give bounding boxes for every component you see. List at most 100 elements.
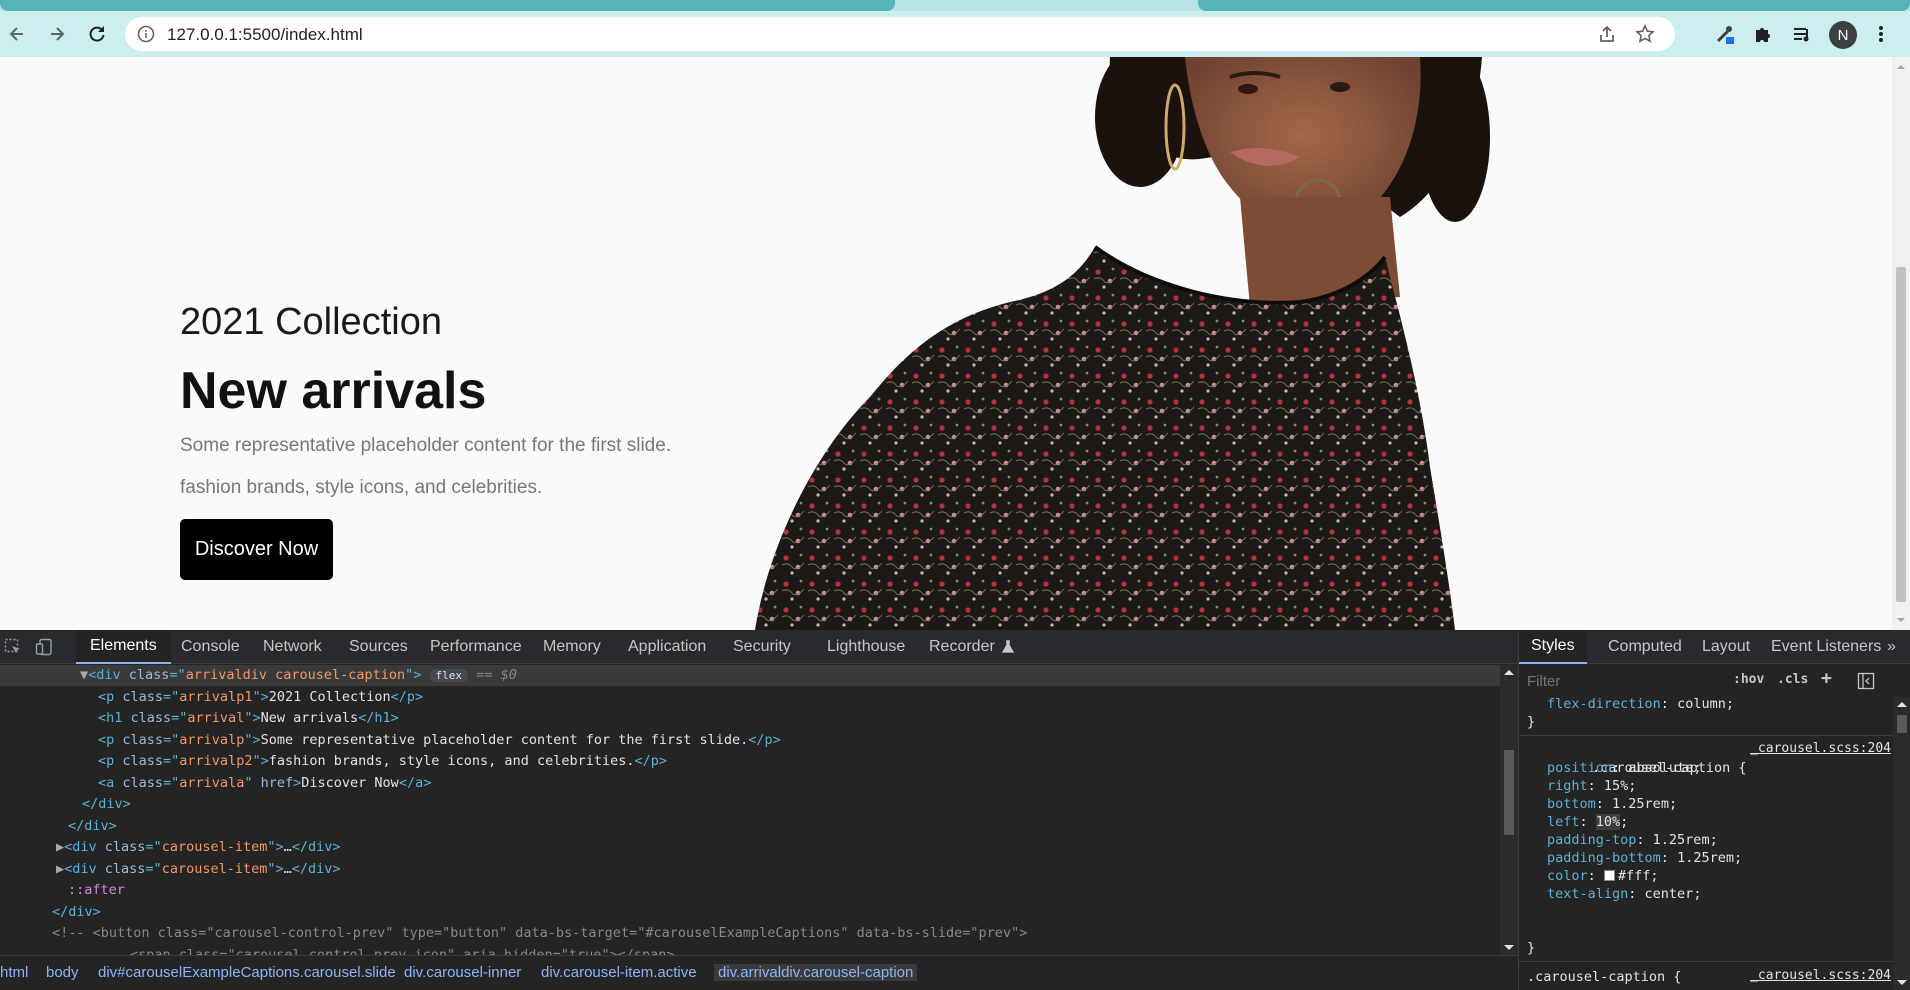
dom-node-line[interactable]: ::after <box>0 880 1500 901</box>
css-property[interactable]: position <box>1547 760 1612 776</box>
css-property[interactable]: right <box>1547 778 1588 794</box>
browser-menu-icon[interactable] <box>1867 20 1895 48</box>
media-playlist-icon[interactable] <box>1788 20 1816 48</box>
tab-memory[interactable]: Memory <box>529 630 615 664</box>
breadcrumb-item[interactable]: div.carousel-item.active <box>541 964 697 981</box>
css-property[interactable]: left <box>1547 814 1580 830</box>
elements-scrollbar-thumb[interactable] <box>1504 750 1514 835</box>
scroll-down-icon[interactable] <box>1500 943 1518 953</box>
tab-network[interactable]: Network <box>249 630 336 664</box>
css-value[interactable]: center <box>1645 886 1694 902</box>
browser-tab[interactable] <box>1198 0 1910 11</box>
dom-node-line[interactable]: </div> <box>0 902 1500 923</box>
css-declaration[interactable]: bottom: 1.25rem; <box>1527 795 1677 813</box>
css-declaration[interactable]: text-align: center; <box>1527 885 1701 903</box>
rule2-selector[interactable]: .carousel-caption { <box>1527 968 1681 986</box>
dom-node-line[interactable]: </div> <box>0 816 1500 837</box>
dom-node-line[interactable]: <a class="arrivala" href>Discover Now</a… <box>0 773 1500 794</box>
dom-node-line[interactable]: <p class="arrivalp2">fashion brands, sty… <box>0 751 1500 772</box>
scroll-up-icon[interactable] <box>1893 699 1910 709</box>
css-value[interactable]: #fff <box>1618 868 1651 884</box>
css-declaration[interactable]: left: 10%; <box>1527 813 1628 831</box>
tab-computed[interactable]: Computed <box>1596 630 1694 664</box>
css-value[interactable]: absolute <box>1628 760 1693 776</box>
breadcrumb-item[interactable]: body <box>46 964 79 981</box>
css-property[interactable]: color <box>1547 868 1588 884</box>
dom-node-line[interactable]: ▼<div class="arrivaldiv carousel-caption… <box>0 665 1500 686</box>
cls-toggle[interactable]: .cls <box>1777 672 1808 687</box>
extensions-puzzle-icon[interactable] <box>1749 20 1777 48</box>
css-declaration[interactable]: padding-top: 1.25rem; <box>1527 831 1718 849</box>
tab-console[interactable]: Console <box>167 630 254 664</box>
bookmark-star-icon[interactable] <box>1635 24 1655 48</box>
css-rules[interactable]: flex-direction: column; } .carousel-capt… <box>1519 697 1893 990</box>
site-info-icon[interactable] <box>137 25 155 47</box>
color-picker-extension-icon[interactable] <box>1711 20 1739 48</box>
css-value[interactable]: 1.25rem <box>1612 796 1669 812</box>
styles-scrollbar[interactable] <box>1893 697 1910 990</box>
tab-security[interactable]: Security <box>719 630 805 664</box>
dom-node-line[interactable]: ▶<div class="carousel-item">…</div> <box>0 837 1500 858</box>
css-value[interactable]: 10% <box>1595 814 1621 830</box>
dom-node-line[interactable]: </div> <box>0 794 1500 815</box>
dom-node-line[interactable]: <h1 class="arrival">New arrivals</h1> <box>0 708 1500 729</box>
tab-application[interactable]: Application <box>614 630 720 664</box>
share-icon[interactable] <box>1597 24 1617 48</box>
dom-node-line[interactable]: <p class="arrivalp1">2021 Collection</p> <box>0 687 1500 708</box>
page-scrollbar[interactable] <box>1892 57 1910 630</box>
breadcrumb-item[interactable]: div.arrivaldiv.carousel-caption <box>714 964 918 981</box>
tab-elements[interactable]: Elements <box>76 630 171 664</box>
scroll-down-icon[interactable] <box>1892 614 1910 626</box>
back-button[interactable] <box>4 21 30 47</box>
css-declaration[interactable]: position: absolute; <box>1527 759 1701 777</box>
rule-source-link[interactable]: _carousel.scss:204 <box>1750 741 1891 756</box>
css-property[interactable]: padding-top <box>1547 832 1636 848</box>
scroll-down-icon[interactable] <box>1893 978 1910 988</box>
css-value[interactable]: 1.25rem <box>1677 850 1734 866</box>
tab-sources[interactable]: Sources <box>335 630 422 664</box>
scroll-up-icon[interactable] <box>1500 667 1518 677</box>
partial-rule-decl[interactable]: flex-direction: column; <box>1527 697 1734 713</box>
discover-now-button[interactable]: Discover Now <box>180 519 333 580</box>
profile-avatar[interactable]: N <box>1829 21 1857 49</box>
breadcrumb-item[interactable]: html <box>0 964 28 981</box>
inspect-element-icon[interactable] <box>2 636 24 658</box>
css-declaration[interactable]: right: 15%; <box>1527 777 1636 795</box>
more-tabs-chevron-icon[interactable]: » <box>1879 630 1904 664</box>
css-declaration[interactable]: color: #fff; <box>1527 867 1659 885</box>
reload-button[interactable] <box>84 21 110 47</box>
tab-styles[interactable]: Styles <box>1519 630 1587 664</box>
tab-recorder[interactable]: Recorder <box>915 630 1029 664</box>
css-value[interactable]: 1.25rem <box>1653 832 1710 848</box>
breadcrumb-item[interactable]: div#carouselExampleCaptions.carousel.sli… <box>98 964 396 981</box>
device-toolbar-icon[interactable] <box>33 636 55 658</box>
css-property[interactable]: text-align <box>1547 886 1628 902</box>
dom-node-line[interactable]: <!-- <button class="carousel-control-pre… <box>0 923 1500 944</box>
css-property[interactable]: padding-bottom <box>1547 850 1661 866</box>
color-swatch[interactable] <box>1603 870 1615 881</box>
tab-performance[interactable]: Performance <box>416 630 536 664</box>
toggle-sidebar-icon[interactable] <box>1857 672 1875 694</box>
elements-scrollbar[interactable] <box>1500 665 1518 955</box>
tab-layout[interactable]: Layout <box>1690 630 1762 664</box>
css-value[interactable]: 15% <box>1604 778 1628 794</box>
hov-toggle[interactable]: :hov <box>1733 672 1764 687</box>
tab-lighthouse[interactable]: Lighthouse <box>813 630 919 664</box>
styles-filter-input[interactable] <box>1527 669 1727 693</box>
rule2-source-link[interactable]: _carousel.scss:204 <box>1750 968 1891 983</box>
dom-node-line[interactable]: <p class="arrivalp">Some representative … <box>0 730 1500 751</box>
tab-event-listeners[interactable]: Event Listeners <box>1759 630 1893 664</box>
css-property[interactable]: bottom <box>1547 796 1596 812</box>
dom-node-line[interactable]: ▶<div class="carousel-item">…</div> <box>0 859 1500 880</box>
url-text[interactable]: 127.0.0.1:5500/index.html <box>167 25 363 45</box>
scroll-up-icon[interactable] <box>1892 61 1910 73</box>
elements-dom-tree[interactable]: ▼<div class="arrivaldiv carousel-caption… <box>0 665 1500 955</box>
styles-scrollbar-thumb[interactable] <box>1897 715 1907 733</box>
browser-tab-active[interactable] <box>0 0 895 11</box>
breadcrumb-item[interactable]: div.carousel-inner <box>404 964 521 981</box>
forward-button[interactable] <box>44 21 70 47</box>
address-bar[interactable]: 127.0.0.1:5500/index.html <box>125 17 1675 51</box>
new-style-rule-icon[interactable]: + <box>1821 668 1832 689</box>
dom-node-line[interactable]: <span class="carousel-control-prev-icon"… <box>0 945 1500 956</box>
page-scrollbar-thumb[interactable] <box>1896 267 1906 602</box>
